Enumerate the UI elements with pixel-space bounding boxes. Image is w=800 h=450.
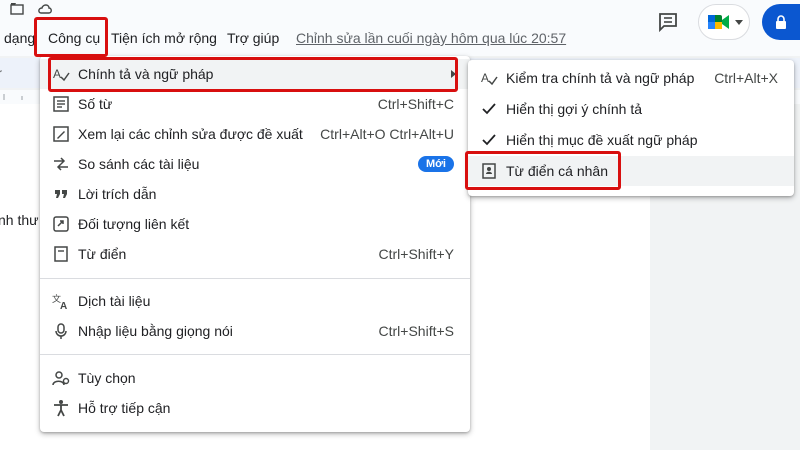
last-edit-link[interactable]: Chỉnh sửa lần cuối ngày hôm qua lúc 20:5… (296, 30, 566, 46)
submenu-item-label: Hiển thị mục đề xuất ngữ pháp (506, 132, 698, 148)
submenu-item-spell-check[interactable]: A Kiểm tra chính tả và ngữ pháp Ctrl+Alt… (468, 63, 794, 93)
menu-item-label: Xem lại các chỉnh sửa được đề xuất (78, 126, 303, 142)
folder-icon[interactable] (10, 2, 24, 16)
menu-item-review-edits[interactable]: Xem lại các chỉnh sửa được đề xuất Ctrl+… (40, 119, 470, 149)
spellcheck-icon: A (480, 69, 498, 87)
menu-item-accessibility[interactable]: Hỗ trợ tiếp cận (40, 393, 470, 423)
svg-text:A: A (481, 71, 489, 85)
menu-item-label: So sánh các tài liệu (78, 156, 200, 172)
menu-item-label: Đối tượng liên kết (78, 216, 190, 232)
meet-button[interactable] (698, 4, 750, 40)
share-button[interactable] (762, 4, 800, 40)
check-icon (480, 131, 498, 149)
compare-icon (52, 155, 70, 173)
tools-menu: A Chính tả và ngữ pháp Số từ Ctrl+Shift+… (40, 56, 470, 432)
word-count-icon (52, 95, 70, 113)
toolbar-partial-label[interactable]: r (0, 66, 2, 80)
menu-item-label: Số từ (78, 96, 113, 112)
highlight-box-spelling (48, 57, 458, 92)
quote-icon (52, 185, 70, 203)
menu-help[interactable]: Trợ giúp (227, 30, 279, 46)
linked-objects-icon (52, 215, 70, 233)
menu-divider (40, 278, 470, 279)
menu-item-compare-documents[interactable]: So sánh các tài liệu Mới (40, 149, 470, 179)
shortcut-label: Ctrl+Alt+X (714, 70, 778, 86)
submenu-item-label: Hiển thị gợi ý chính tả (506, 101, 643, 117)
dictionary-icon (52, 245, 70, 263)
menu-item-linked-objects[interactable]: Đối tượng liên kết (40, 209, 470, 239)
menu-divider (40, 354, 470, 355)
preferences-icon (52, 369, 70, 387)
menu-item-translate[interactable]: 文A Dịch tài liệu (40, 286, 470, 316)
menu-extensions[interactable]: Tiện ích mở rộng (111, 30, 217, 46)
translate-icon: 文A (52, 292, 70, 310)
review-edits-icon (52, 125, 70, 143)
shortcut-label: Ctrl+Shift+C (377, 96, 454, 112)
menu-item-label: Hỗ trợ tiếp cận (78, 400, 171, 416)
chevron-down-icon (735, 20, 743, 25)
menu-item-label: Nhập liệu bằng giọng nói (78, 323, 233, 339)
menu-item-word-count[interactable]: Số từ Ctrl+Shift+C (40, 89, 470, 119)
check-icon (480, 100, 498, 118)
comment-icon[interactable] (657, 11, 679, 33)
submenu-item-label: Kiểm tra chính tả và ngữ pháp (506, 70, 695, 86)
submenu-item-show-spelling[interactable]: Hiển thị gợi ý chính tả (468, 94, 794, 124)
document-text[interactable]: nh thư (0, 212, 39, 228)
menu-item-label: Dịch tài liệu (78, 293, 151, 309)
shortcut-label: Ctrl+Shift+Y (378, 246, 454, 262)
shortcut-label: Ctrl+Shift+S (378, 323, 454, 339)
menu-item-preferences[interactable]: Tùy chọn (40, 363, 470, 393)
accessibility-icon (52, 399, 70, 417)
menu-item-label: Từ điển (78, 246, 127, 262)
menu-item-citations[interactable]: Lời trích dẫn (40, 179, 470, 209)
menu-item-label: Tùy chọn (78, 370, 136, 386)
svg-text:A: A (60, 301, 67, 310)
new-badge: Mới (417, 156, 454, 172)
top-bar: dạng Công cụ Tiện ích mở rộng Trợ giúp C… (0, 0, 800, 56)
highlight-box-tools (34, 17, 108, 57)
shortcut-label: Ctrl+Alt+O Ctrl+Alt+U (320, 126, 454, 142)
cloud-status-icon[interactable] (38, 2, 52, 16)
highlight-box-personal-dictionary (465, 151, 621, 190)
menu-format[interactable]: dạng (4, 30, 35, 46)
menu-item-voice-typing[interactable]: Nhập liệu bằng giọng nói Ctrl+Shift+S (40, 316, 470, 346)
menu-item-label: Lời trích dẫn (78, 186, 157, 202)
menu-item-dictionary[interactable]: Từ điển Ctrl+Shift+Y (40, 239, 470, 269)
meet-icon (708, 15, 729, 29)
microphone-icon (52, 322, 70, 340)
lock-icon (776, 15, 786, 29)
